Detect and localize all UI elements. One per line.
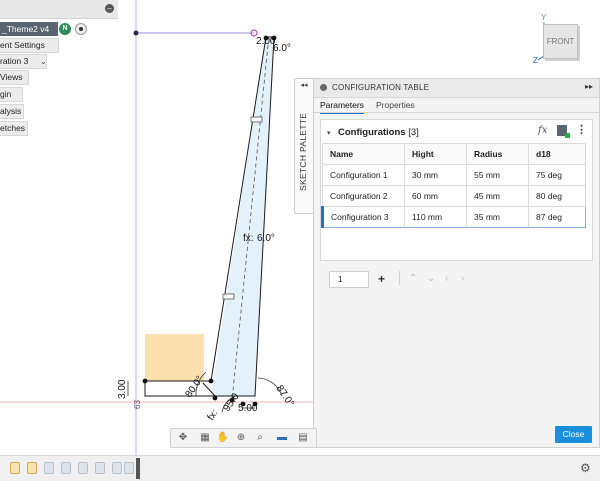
previous-icon[interactable]: ‹ (445, 273, 448, 284)
tab-divider (314, 112, 599, 113)
timeline-sketch-icon[interactable] (10, 462, 20, 474)
table-cell[interactable]: 30 mm (404, 164, 467, 186)
sketch-palette-tab[interactable]: ◂◂ SKETCH PALETTE (294, 78, 314, 214)
insert-table-icon[interactable] (557, 125, 570, 138)
section-title: Configurations [3] (338, 127, 419, 138)
top-angle-dimension[interactable]: 6.0° (273, 43, 291, 54)
table-row[interactable]: Configuration 2 60 mm 45 mm 80 deg (322, 185, 586, 207)
grid-icon[interactable]: ▤ (296, 431, 310, 444)
timeline-sketch-icon[interactable] (27, 462, 37, 474)
section-count: [3] (408, 127, 419, 138)
panel-titlebar[interactable]: CONFIGURATION TABLE ▸▸ (314, 79, 599, 98)
expand-panel-icon[interactable]: ▸▸ (585, 82, 593, 91)
document-row[interactable]: _Theme2 v4 (0, 22, 58, 36)
table-cell[interactable]: 35 mm (466, 206, 529, 228)
timeline: ⚙ (0, 455, 600, 481)
more-options-icon[interactable]: ⋮ (576, 123, 587, 136)
move-down-icon[interactable]: ⌄ (427, 273, 435, 284)
tab-properties[interactable]: Properties (376, 100, 415, 112)
timeline-feature-icon[interactable] (44, 462, 54, 474)
activate-icon[interactable] (75, 23, 87, 35)
close-button[interactable]: Close (555, 426, 592, 443)
table-row-active[interactable]: Configuration 3 110 mm 35 mm 87 deg (321, 206, 586, 228)
panel-title: CONFIGURATION TABLE (332, 83, 430, 92)
zoom-window-icon[interactable]: ⊕ (234, 431, 248, 444)
fx-icon[interactable]: fx (538, 125, 547, 136)
browser-item-settings[interactable]: ent Settings (0, 38, 59, 53)
sketch-palette-label: SKETCH PALETTE (298, 112, 308, 192)
row-count-input[interactable]: 1 (329, 271, 369, 288)
browser-item-configuration-label: ration 3 (0, 56, 29, 66)
timeline-feature-icon[interactable] (61, 462, 71, 474)
bottom-angle-prefix: fx: (205, 408, 220, 423)
panel-menu-icon[interactable] (320, 84, 327, 91)
timeline-feature-icon[interactable] (95, 462, 105, 474)
expand-icon[interactable]: ◂◂ (295, 81, 313, 89)
look-at-icon[interactable]: ▦ (198, 431, 212, 444)
table-cell[interactable]: 110 mm (404, 206, 467, 228)
pan-icon[interactable]: ✋ (216, 431, 230, 444)
right-angle-dimension[interactable]: 87.0° (274, 383, 296, 409)
zoom-icon[interactable]: ⌕ (253, 431, 267, 444)
column-header-radius[interactable]: Radius (466, 143, 529, 165)
timeline-feature-icon[interactable] (112, 462, 122, 474)
table-cell[interactable]: Configuration 2 (322, 185, 405, 207)
browser-item-origin[interactable]: gin (0, 87, 23, 102)
browser-item-analysis[interactable]: alysis (0, 104, 24, 119)
column-header-d18[interactable]: d18 (528, 143, 586, 165)
table-cell[interactable]: Configuration 3 (321, 206, 405, 228)
small-label: 63 (133, 400, 142, 409)
axis-y-label: Y (541, 13, 547, 22)
bottom-width-dimension[interactable]: 5.00 (238, 403, 258, 414)
gear-icon[interactable]: ⚙ (580, 461, 591, 475)
viewcube[interactable]: FRONT (543, 24, 578, 59)
table-cell[interactable]: Configuration 1 (322, 164, 405, 186)
add-row-button[interactable]: + (378, 272, 385, 286)
next-icon[interactable]: › (461, 273, 464, 284)
table-cell[interactable]: 45 mm (466, 185, 529, 207)
mid-angle-prefix: fx: (243, 233, 254, 244)
table-cell[interactable]: 60 mm (404, 185, 467, 207)
table-cell[interactable]: 55 mm (466, 164, 529, 186)
column-header-name[interactable]: Name (322, 143, 405, 165)
badge-icon: N (59, 23, 71, 35)
section-title-text: Configurations (338, 127, 406, 138)
timeline-marker[interactable] (136, 458, 140, 479)
browser-item-views[interactable]: Views (0, 70, 29, 85)
axis-z-label: Z (533, 56, 538, 65)
chevron-down-icon[interactable]: ⌄ (40, 57, 47, 66)
document-name: _Theme2 v4 (2, 24, 50, 34)
orange-sketch-region[interactable] (145, 334, 204, 381)
table-cell[interactable]: 75 deg (528, 164, 586, 186)
table-cell[interactable]: 80 deg (528, 185, 586, 207)
move-up-icon[interactable]: ⌃ (409, 273, 417, 284)
collapse-icon[interactable]: – (105, 4, 114, 13)
collapse-section-icon[interactable]: ▾ (327, 129, 331, 137)
navigation-toolbar: ✥ ▦ ✋ ⊕ ⌕ ▬ ▤ (170, 428, 317, 448)
table-cell[interactable]: 87 deg (528, 206, 586, 228)
configurations-card: ▾ Configurations [3] fx ⋮ Name Hight Rad… (320, 119, 593, 288)
configuration-table: Name Hight Radius d18 Configuration 1 30… (321, 143, 586, 228)
browser-item-sketches[interactable]: etches (0, 121, 28, 136)
browser-header: – (0, 0, 118, 19)
orbit-icon[interactable]: ✥ (176, 431, 190, 444)
toolbar-divider (399, 271, 400, 285)
timeline-feature-icon[interactable] (124, 462, 134, 474)
mid-angle-dimension[interactable]: 6.0° (257, 233, 275, 244)
timeline-feature-icon[interactable] (78, 462, 88, 474)
display-settings-icon[interactable]: ▬ (275, 431, 289, 444)
origin-point[interactable] (133, 30, 139, 36)
left-height-dimension[interactable]: 3.00 (117, 379, 128, 399)
column-header-hight[interactable]: Hight (404, 143, 467, 165)
configuration-table-panel: CONFIGURATION TABLE ▸▸ Parameters Proper… (313, 78, 600, 448)
table-row[interactable]: Configuration 1 30 mm 55 mm 75 deg (322, 164, 586, 186)
